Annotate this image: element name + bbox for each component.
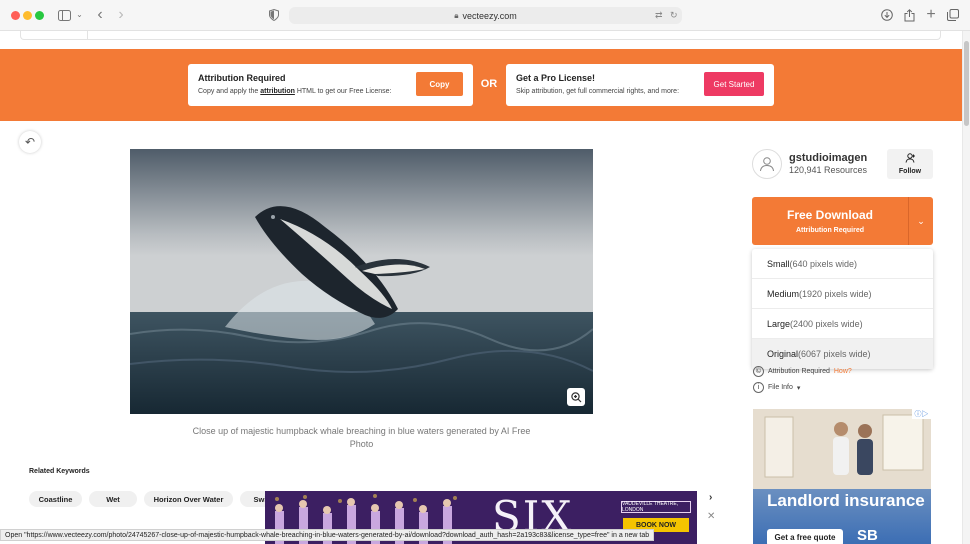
- adchoices-icon[interactable]: ⓘ▷: [912, 409, 931, 419]
- insurance-ad-brand: SB: [857, 527, 878, 544]
- chevron-down-icon[interactable]: ⌄: [75, 6, 84, 24]
- info-icon: i: [753, 382, 764, 393]
- forward-icon[interactable]: ›: [115, 6, 127, 24]
- undo-icon[interactable]: ↶: [19, 131, 41, 153]
- attribution-card: Attribution Required Copy and apply the …: [188, 64, 473, 106]
- photo-caption: Close up of majestic humpback whale brea…: [192, 426, 531, 449]
- how-link[interactable]: How?: [834, 368, 852, 375]
- chevron-down-icon[interactable]: ⌄: [908, 197, 933, 245]
- zoom-in-icon[interactable]: [567, 388, 585, 406]
- download-size-menu: Small (640 pixels wide) Medium (1920 pixel…: [752, 249, 933, 369]
- attribution-info: © Attribution Required How?: [753, 366, 852, 377]
- attribution-info-label: Attribution Required: [768, 368, 830, 375]
- status-bar: Open "https://www.vecteezy.com/photo/247…: [0, 529, 655, 541]
- reload-icon[interactable]: ↻: [670, 7, 678, 24]
- copyright-icon: ©: [753, 366, 764, 377]
- size-option-label: Medium: [767, 288, 800, 299]
- size-option-detail: (6067 pixels wide): [798, 349, 871, 359]
- insurance-ad-headline: Landlord insurance: [767, 491, 925, 510]
- address-bar[interactable]: 🔒︎ vecteezy.com ⇄ ↻: [289, 7, 682, 24]
- share-icon[interactable]: [903, 6, 915, 24]
- follow-button[interactable]: Follow: [887, 149, 933, 179]
- chevron-right-icon[interactable]: ›: [709, 492, 712, 503]
- size-option-label: Small: [767, 258, 790, 269]
- add-user-icon: [905, 153, 916, 166]
- size-option-detail: (640 pixels wide): [789, 258, 858, 269]
- free-download-sub: Attribution Required: [795, 227, 865, 234]
- or-separator: OR: [480, 78, 498, 90]
- size-option-original[interactable]: Original (6067 pixels wide): [752, 339, 933, 369]
- ad-venue: VAUDEVILLE THEATRE, LONDON: [621, 501, 691, 513]
- new-tab-icon[interactable]: +: [925, 6, 937, 24]
- related-keywords-title: Related Keywords: [29, 468, 90, 475]
- sidebar-icon[interactable]: [57, 6, 71, 24]
- pro-license-card: Get a Pro License! Skip attribution, get…: [506, 64, 774, 106]
- shield-icon[interactable]: [268, 6, 280, 24]
- whale-photo: [130, 149, 593, 414]
- url-text: vecteezy.com: [462, 10, 517, 21]
- scrollbar-thumb[interactable]: [964, 41, 969, 126]
- minimize-window-button[interactable]: [23, 11, 32, 20]
- translate-icon[interactable]: ⇄: [655, 7, 663, 24]
- tabs-icon[interactable]: [946, 6, 959, 24]
- zoom-window-button[interactable]: [35, 11, 44, 20]
- attribution-title: Attribution Required: [198, 73, 286, 83]
- pro-title: Get a Pro License!: [516, 73, 596, 83]
- web-page: Attribution Required Copy and apply the …: [0, 31, 962, 544]
- license-banner: Attribution Required Copy and apply the …: [0, 49, 962, 121]
- size-option-medium[interactable]: Medium (1920 pixels wide): [752, 279, 933, 309]
- free-download-main[interactable]: Free Download Attribution Required: [752, 197, 908, 245]
- close-ad-icon[interactable]: ✕: [707, 511, 715, 522]
- free-download-label: Free Download: [786, 208, 873, 222]
- size-option-label: Large: [767, 318, 791, 329]
- size-option-label: Original: [767, 349, 799, 359]
- insurance-ad-cta[interactable]: Get a free quote: [767, 529, 843, 544]
- browser-toolbar: ⌄ ‹ › 🔒︎ vecteezy.com ⇄ ↻ +: [0, 0, 970, 31]
- attribution-text: Copy and apply the attribution HTML to g…: [198, 88, 392, 95]
- copy-button[interactable]: Copy: [416, 72, 463, 96]
- keyword-chip[interactable]: Horizon Over Water: [144, 491, 233, 507]
- download-icon[interactable]: [880, 6, 893, 24]
- size-option-large[interactable]: Large (2400 pixels wide): [752, 309, 933, 339]
- size-option-detail: (2400 pixels wide): [790, 318, 863, 329]
- free-download-button[interactable]: Free Download Attribution Required ⌄: [752, 197, 933, 245]
- lock-icon: 🔒︎: [454, 10, 459, 20]
- attribution-text-after: HTML to get our Free License:: [296, 88, 392, 95]
- vertical-scrollbar[interactable]: [962, 31, 970, 544]
- follow-label: Follow: [898, 168, 922, 175]
- close-window-button[interactable]: [11, 11, 20, 20]
- get-started-button[interactable]: Get Started: [704, 72, 764, 96]
- keyword-chip[interactable]: Coastline: [29, 491, 82, 507]
- author-resources: 120,941 Resources: [789, 165, 868, 175]
- author-name[interactable]: gstudioimagen: [789, 152, 867, 164]
- back-icon[interactable]: ‹: [94, 6, 106, 24]
- insurance-ad[interactable]: ⓘ▷ Landlord insurance Get a free quote S…: [753, 409, 931, 544]
- attribution-text-before: Copy and apply the: [198, 88, 259, 95]
- attribution-link[interactable]: attribution: [260, 88, 295, 95]
- author-avatar[interactable]: [752, 149, 782, 179]
- file-info-toggle[interactable]: i File Info ▾: [753, 382, 800, 393]
- keyword-chip[interactable]: Wet: [89, 491, 137, 507]
- size-option-detail: (1920 pixels wide): [799, 288, 872, 299]
- size-option-small[interactable]: Small (640 pixels wide): [752, 249, 933, 279]
- pro-text: Skip attribution, get full commercial ri…: [516, 88, 680, 95]
- chevron-down-icon: ▾: [796, 384, 801, 392]
- file-info-label: File Info: [768, 384, 793, 391]
- search-bar-frame: [20, 31, 941, 40]
